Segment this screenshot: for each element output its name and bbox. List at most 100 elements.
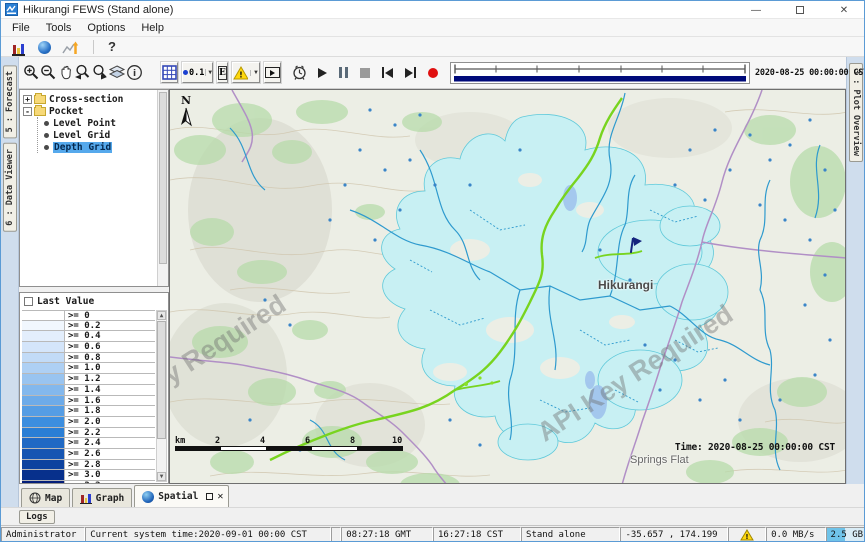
play-button[interactable] <box>318 68 327 78</box>
layers-icon[interactable] <box>108 63 126 83</box>
menu-bar: File Tools Options Help <box>1 19 865 37</box>
scale-bar: km 2 4 6 8 10 <box>175 436 410 454</box>
title-bar: Hikurangi FEWS (Stand alone) — ✕ <box>1 1 865 19</box>
scroll-up-icon[interactable]: ▲ <box>157 311 166 320</box>
tree-node-level-point[interactable]: Level Point <box>42 117 168 129</box>
tree-node-level-grid[interactable]: Level Grid <box>42 129 168 141</box>
place-label-hikurangi: Hikurangi <box>598 278 653 292</box>
map-toolbar: i 0.1 ▼ E ! ▼ <box>19 57 846 89</box>
legend-row[interactable]: >= 0.2 <box>22 321 155 332</box>
legend-row[interactable]: >= 1.0 <box>22 363 155 374</box>
legend-color-swatch <box>22 311 65 320</box>
threshold-dropdown[interactable]: 0.1 ▼ <box>182 62 213 83</box>
legend-row[interactable]: >= 1.2 <box>22 374 155 385</box>
legend-title: Last Value <box>37 296 94 307</box>
time-slider[interactable] <box>450 62 750 84</box>
logs-button[interactable]: Logs <box>19 510 55 524</box>
globe-icon <box>142 491 154 503</box>
status-spacer <box>331 527 341 542</box>
bottom-tab-bar: Map Graph Spatial ✕ <box>19 484 846 507</box>
legend-color-swatch <box>22 331 65 341</box>
tree-scrollbar[interactable] <box>157 90 168 286</box>
tab-map[interactable]: Map <box>21 488 70 507</box>
status-user: Administrator <box>1 527 85 542</box>
stop-button[interactable] <box>360 68 370 78</box>
legend-row-label: >= 2.6 <box>65 449 101 459</box>
status-gmt-time: 08:27:18 GMT <box>341 527 433 542</box>
menu-options[interactable]: Options <box>80 21 132 35</box>
legend-row[interactable]: >= 0.8 <box>22 353 155 364</box>
skip-to-end-button[interactable] <box>405 67 416 78</box>
bar-chart-icon <box>80 493 92 504</box>
legend-color-swatch <box>22 363 65 373</box>
main-toolbar: ? <box>1 37 865 57</box>
status-memory[interactable]: 2.5 GB <box>826 527 865 542</box>
menu-file[interactable]: File <box>5 21 37 35</box>
zoom-previous-icon[interactable] <box>74 63 91 83</box>
legend-row[interactable]: >= 2.4 <box>22 438 155 449</box>
menu-help[interactable]: Help <box>134 21 171 35</box>
window-title: Hikurangi FEWS (Stand alone) <box>23 4 173 16</box>
tab-spatial[interactable]: Spatial ✕ <box>134 485 229 507</box>
legend-row[interactable]: >= 0.4 <box>22 331 155 342</box>
legend-row[interactable]: >= 2.0 <box>22 417 155 428</box>
zoom-in-icon[interactable] <box>23 63 40 83</box>
svg-text:!: ! <box>239 70 243 79</box>
timer-icon[interactable] <box>291 63 308 83</box>
legend-row[interactable]: >= 3.0 <box>22 470 155 481</box>
legend-color-swatch <box>22 353 65 363</box>
scroll-down-icon[interactable]: ▼ <box>157 472 166 481</box>
tab-data-viewer[interactable]: 6 : Data Viewer <box>3 143 17 232</box>
spatial-display-icon[interactable] <box>33 38 55 56</box>
status-warning-cell[interactable]: ! <box>728 527 767 542</box>
record-button[interactable] <box>428 68 438 78</box>
tab-close-button[interactable]: ✕ <box>217 491 223 502</box>
legend-row[interactable]: >= 2.6 <box>22 449 155 460</box>
legend-row[interactable]: >= 1.6 <box>22 396 155 407</box>
tab-forecast[interactable]: 5 : Forecast <box>3 65 17 138</box>
legend-scrollbar[interactable]: ▲ ▼ <box>156 310 167 482</box>
zoom-out-icon[interactable] <box>40 63 57 83</box>
legend-row[interactable]: >= 0.6 <box>22 342 155 353</box>
pause-button[interactable] <box>339 67 348 78</box>
legend-row[interactable]: >= 1.4 <box>22 385 155 396</box>
legend-color-swatch <box>22 470 65 480</box>
filter-tree-panel: + Cross-section - Pocket Level Point Lev… <box>19 89 169 287</box>
timeseries-chart-icon[interactable] <box>59 38 81 56</box>
legend-color-swatch <box>22 342 65 352</box>
chevron-down-icon: ▼ <box>205 69 212 76</box>
expander-icon[interactable]: - <box>23 107 32 116</box>
legend-color-swatch <box>22 449 65 459</box>
maximize-button[interactable] <box>778 1 822 19</box>
legend-row-label: >= 1.6 <box>65 396 101 406</box>
skip-to-start-button[interactable] <box>382 67 393 78</box>
pan-hand-icon[interactable] <box>57 63 74 83</box>
legend-row[interactable]: >= 2.8 <box>22 460 155 471</box>
legend-row[interactable]: >= 2.2 <box>22 428 155 439</box>
animation-button[interactable] <box>264 62 281 83</box>
tree-node-depth-grid[interactable]: Depth Grid <box>42 141 168 153</box>
tab-plot-overview[interactable]: 3 : Plot Overview <box>849 63 863 162</box>
minimize-button[interactable]: — <box>734 1 778 19</box>
last-value-checkbox[interactable] <box>24 297 33 306</box>
close-button[interactable]: ✕ <box>822 1 865 19</box>
tree-node-cross-section[interactable]: + Cross-section <box>23 93 168 105</box>
help-button[interactable]: ? <box>108 39 116 54</box>
tab-maximize-button[interactable] <box>206 493 213 500</box>
info-icon[interactable]: i <box>126 63 143 83</box>
grid-display-button[interactable] <box>161 62 178 83</box>
menu-tools[interactable]: Tools <box>39 21 79 35</box>
tab-graph[interactable]: Graph <box>72 488 132 507</box>
zoom-next-icon[interactable] <box>91 63 108 83</box>
legend-row[interactable]: >= 0 <box>22 310 155 321</box>
database-explorer-icon[interactable] <box>7 38 29 56</box>
legend-color-swatch <box>22 385 65 395</box>
left-tab-strip: 5 : Forecast 6 : Data Viewer <box>1 57 19 507</box>
map-canvas[interactable]: API Key Required API Key Required N Hiku… <box>169 89 846 484</box>
expander-icon[interactable]: + <box>23 95 32 104</box>
legend-row[interactable]: >= 1.8 <box>22 406 155 417</box>
elevation-button[interactable]: E <box>217 62 228 83</box>
tree-node-pocket[interactable]: - Pocket <box>23 105 168 117</box>
warning-dropdown[interactable]: ! ▼ <box>232 62 260 83</box>
legend-color-swatch <box>22 374 65 384</box>
